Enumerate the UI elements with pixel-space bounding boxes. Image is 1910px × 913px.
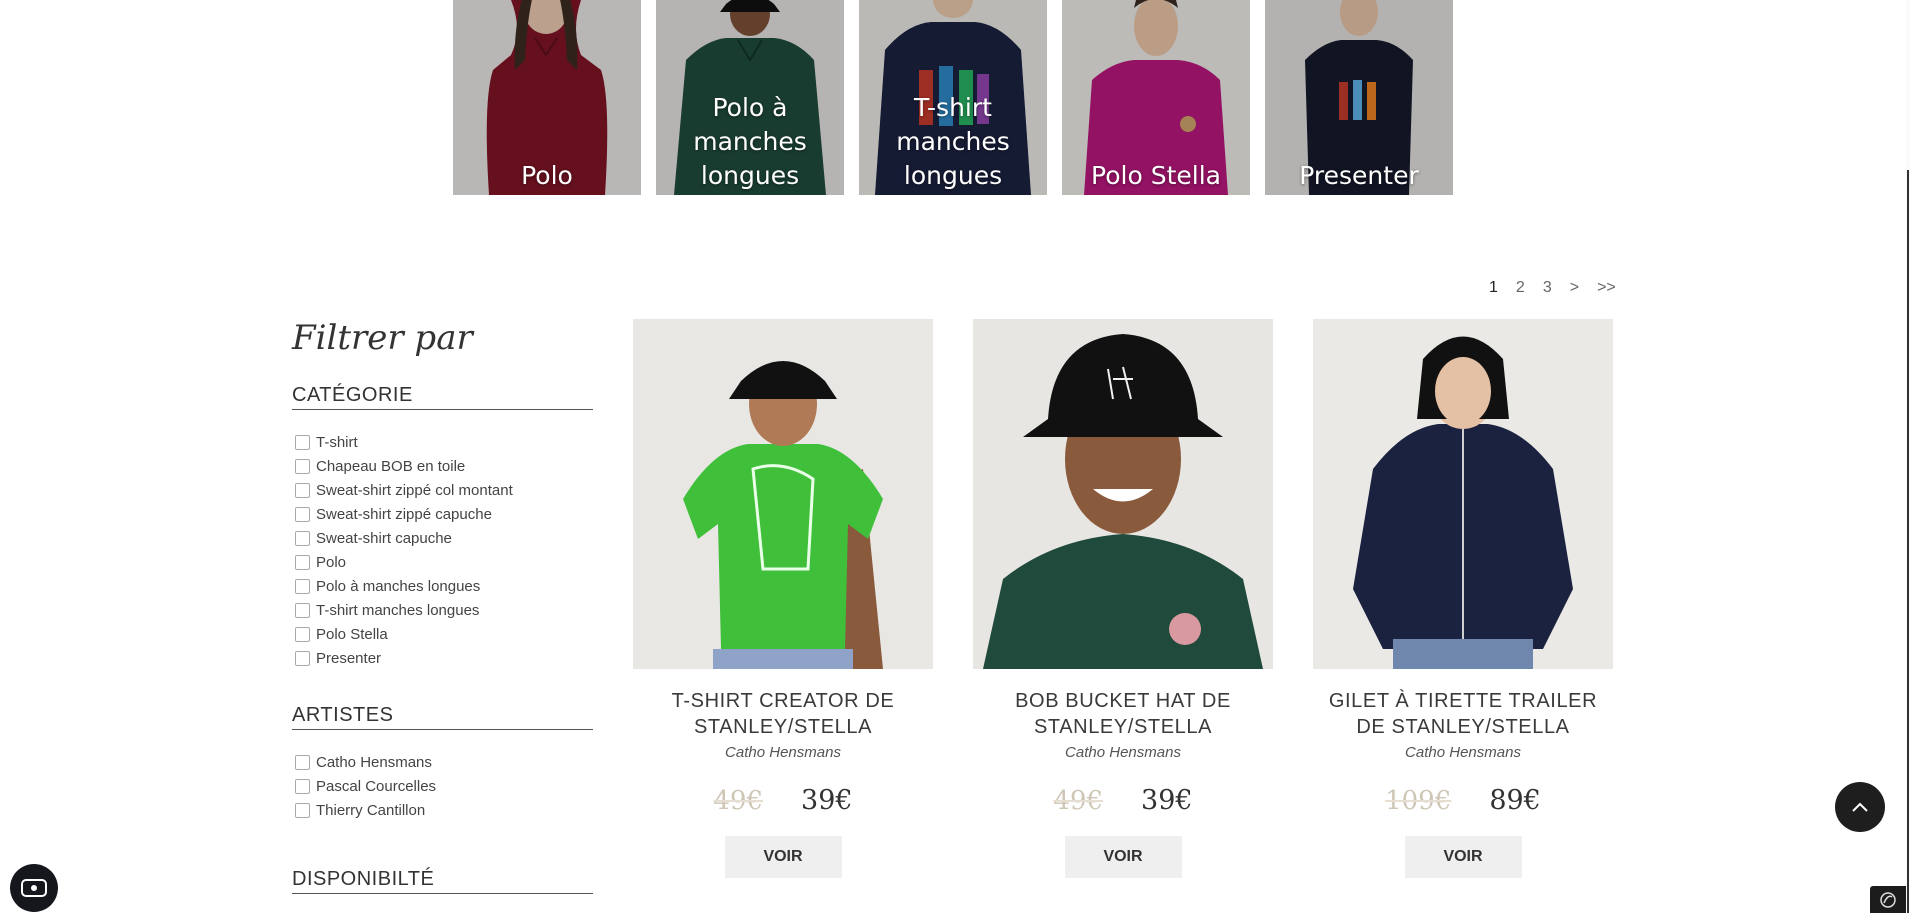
- corner-logo[interactable]: [1870, 886, 1906, 913]
- filter-polo[interactable]: Polo: [292, 550, 593, 574]
- filter-sweat-zippe-capuche[interactable]: Sweat-shirt zippé capuche: [292, 502, 593, 526]
- filter-sweat-zippe-col-montant[interactable]: Sweat-shirt zippé col montant: [292, 478, 593, 502]
- category-filter-list: T-shirt Chapeau BOB en toile Sweat-shirt…: [292, 430, 593, 670]
- price-block: 49€ 39€: [633, 785, 933, 816]
- current-price: 39€: [1141, 785, 1193, 816]
- tile-polo-stella[interactable]: Polo Stella: [1062, 0, 1250, 195]
- current-price: 89€: [1489, 785, 1541, 816]
- filter-sidebar: Filtrer par CATÉGORIE T-shirt Chapeau BO…: [292, 318, 593, 913]
- checkbox[interactable]: [295, 482, 310, 498]
- last-page-link[interactable]: >>: [1588, 277, 1625, 299]
- product-name[interactable]: BOB Bucket Hat de Stanley/Stella: [973, 688, 1273, 740]
- old-price: 49€: [713, 786, 764, 816]
- eye-icon: [21, 879, 47, 897]
- checkbox[interactable]: [295, 530, 310, 546]
- scroll-to-top-button[interactable]: [1835, 782, 1885, 832]
- checkbox[interactable]: [295, 778, 310, 794]
- tile-presenter[interactable]: Presenter: [1265, 0, 1453, 195]
- tile-tshirt-manches-longues[interactable]: T-shirt manches longues: [859, 0, 1047, 195]
- page-2-link[interactable]: 2: [1507, 277, 1534, 299]
- product-card: T-shirt Creator de Stanley/Stella Catho …: [633, 319, 933, 878]
- artist-filter-list: Catho Hensmans Pascal Courcelles Thierry…: [292, 750, 593, 822]
- filter-artist-catho-hensmans[interactable]: Catho Hensmans: [292, 750, 593, 774]
- accessibility-widget-button[interactable]: [10, 864, 58, 912]
- page-1-link[interactable]: 1: [1480, 277, 1507, 299]
- old-price: 109€: [1385, 786, 1452, 816]
- product-image-tshirt-creator[interactable]: [633, 319, 933, 669]
- checkbox[interactable]: [295, 650, 310, 666]
- product-image-gilet-trailer[interactable]: [1313, 319, 1613, 669]
- product-card: Gilet à tirette Trailer de Stanley/Stell…: [1313, 319, 1613, 878]
- product-name[interactable]: T-shirt Creator de Stanley/Stella: [633, 688, 933, 740]
- category-section-title: CATÉGORIE: [292, 384, 593, 410]
- availability-section-title: DISPONIBILTÉ: [292, 868, 593, 894]
- product-artist: Catho Hensmans: [1065, 744, 1181, 761]
- filter-chapeau-bob[interactable]: Chapeau BOB en toile: [292, 454, 593, 478]
- checkbox[interactable]: [295, 434, 310, 450]
- product-artist: Catho Hensmans: [1405, 744, 1521, 761]
- logo-icon: [1880, 891, 1896, 908]
- checkbox[interactable]: [295, 578, 310, 594]
- artists-section-title: ARTISTES: [292, 704, 593, 730]
- voir-button[interactable]: VOIR: [1064, 836, 1182, 878]
- checkbox[interactable]: [295, 458, 310, 474]
- current-price: 39€: [801, 785, 853, 816]
- checkbox[interactable]: [295, 626, 310, 642]
- price-block: 109€ 89€: [1313, 785, 1613, 816]
- price-block: 49€ 39€: [973, 785, 1273, 816]
- filter-polo-stella[interactable]: Polo Stella: [292, 622, 593, 646]
- product-image-bob-bucket-hat[interactable]: [973, 319, 1273, 669]
- page-scrollbar[interactable]: [1906, 0, 1910, 913]
- checkbox[interactable]: [295, 506, 310, 522]
- next-page-link[interactable]: >: [1561, 277, 1588, 299]
- voir-button[interactable]: VOIR: [724, 836, 842, 878]
- filter-artist-thierry-cantillon[interactable]: Thierry Cantillon: [292, 798, 593, 822]
- product-artist: Catho Hensmans: [725, 744, 841, 761]
- checkbox[interactable]: [295, 754, 310, 770]
- tile-label: Polo Stella: [1091, 161, 1221, 190]
- filter-sweat-capuche[interactable]: Sweat-shirt capuche: [292, 526, 593, 550]
- product-card: BOB Bucket Hat de Stanley/Stella Catho H…: [973, 319, 1273, 878]
- filter-polo-manches-longues[interactable]: Polo à manches longues: [292, 574, 593, 598]
- chevron-up-icon: [1852, 802, 1868, 812]
- page-3-link[interactable]: 3: [1534, 277, 1561, 299]
- filter-title: Filtrer par: [292, 318, 473, 358]
- old-price: 49€: [1053, 786, 1104, 816]
- tile-label: Presenter: [1299, 161, 1419, 190]
- checkbox[interactable]: [295, 554, 310, 570]
- tile-label: Polo: [521, 161, 573, 190]
- filter-presenter[interactable]: Presenter: [292, 646, 593, 670]
- product-name[interactable]: Gilet à tirette Trailer de Stanley/Stell…: [1313, 688, 1613, 740]
- tile-label: Polo à manches longues: [693, 93, 807, 190]
- filter-tshirt-manches-longues[interactable]: T-shirt manches longues: [292, 598, 593, 622]
- filter-artist-pascal-courcelles[interactable]: Pascal Courcelles: [292, 774, 593, 798]
- filter-tshirt[interactable]: T-shirt: [292, 430, 593, 454]
- checkbox[interactable]: [295, 802, 310, 818]
- checkbox[interactable]: [295, 602, 310, 618]
- pagination: 1 2 3 > >>: [1480, 277, 1625, 299]
- tile-label: T-shirt manches longues: [896, 93, 1010, 190]
- tile-polo-manches-longues[interactable]: Polo à manches longues: [656, 0, 844, 195]
- voir-button[interactable]: VOIR: [1404, 836, 1522, 878]
- tile-polo[interactable]: Polo: [453, 0, 641, 195]
